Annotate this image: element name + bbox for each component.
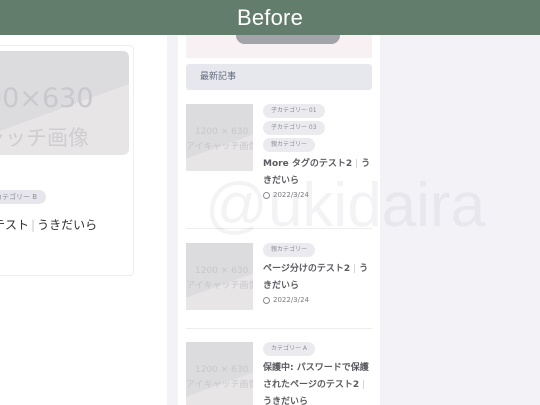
recent-post-date: 2022/3/24 (263, 296, 375, 304)
recent-posts-heading: 最新記事 (186, 64, 372, 90)
banner-label: Before (236, 4, 304, 30)
recent-post-date-text: 2022/3/24 (273, 296, 309, 304)
post-card[interactable]: 00×630 ャッチ画像 カテゴリー B のテスト|うきだいら (0, 45, 134, 276)
title-separator: | (31, 218, 36, 232)
category-tag[interactable]: 親カテゴリー (263, 138, 316, 152)
recent-post-title-text: More タグのテスト2 (263, 159, 353, 169)
title-separator: | (353, 264, 357, 274)
recent-post-tags: 子カテゴリー 01 子カテゴリー 03 親カテゴリー (263, 104, 343, 152)
recent-post-thumbnail[interactable]: 1200 × 630 アイキャッチ画像 (186, 104, 253, 171)
recent-post-thumbnail[interactable]: 1200 × 630 アイキャッチ画像 (186, 243, 253, 310)
thumbnail-size-text: 1200 × 630 (195, 266, 249, 276)
category-tag[interactable]: 親カテゴリー (263, 243, 316, 257)
recent-post-title[interactable]: 保護中: パスワードで保護されたページのテスト2 | うきだいら (263, 360, 375, 405)
thumbnail-size-text: 1200 × 630 (195, 127, 249, 137)
thumbnail-caption-text: アイキャッチ画像 (186, 281, 253, 291)
recent-post-title-text: ページ分けのテスト2 (263, 264, 351, 274)
post-card-title[interactable]: のテスト|うきだいら (0, 216, 97, 233)
category-tag[interactable]: 子カテゴリー 03 (263, 121, 325, 135)
sidebar-top-widget (186, 35, 372, 58)
category-tag[interactable]: 子カテゴリー 01 (263, 104, 325, 118)
recent-post-date-text: 2022/3/24 (273, 191, 309, 199)
recent-post-title-text: 保護中: パスワードで保護されたページのテスト2 (263, 363, 369, 390)
post-card-thumbnail[interactable]: 00×630 ャッチ画像 (0, 51, 129, 155)
clock-icon (263, 191, 270, 199)
recent-post-title[interactable]: ページ分けのテスト2 | うきだいら (263, 261, 375, 295)
recent-post-date: 2022/3/24 (263, 191, 375, 199)
recent-post-title[interactable]: More タグのテスト2 | うきだいら (263, 156, 375, 190)
sidebar: 最新記事 1200 × 630 アイキャッチ画像 子カテゴリー 01 子カテゴリ… (178, 35, 380, 405)
main-column: 00×630 ャッチ画像 カテゴリー B のテスト|うきだいら (0, 35, 167, 405)
title-separator: | (355, 159, 359, 169)
clock-icon (263, 296, 270, 304)
thumbnail-size-text: 00×630 (0, 83, 94, 114)
sidebar-top-button[interactable] (236, 35, 340, 44)
post-divider (186, 328, 372, 329)
category-tag[interactable]: カテゴリー A (263, 342, 316, 356)
post-divider (186, 228, 372, 229)
before-banner: Before (0, 0, 540, 35)
thumbnail-caption-text: アイキャッチ画像 (186, 142, 253, 152)
thumbnail-caption-text: アイキャッチ画像 (186, 380, 253, 390)
recent-post-thumbnail[interactable]: 1200 × 630 アイキャッチ画像 (186, 342, 253, 405)
title-separator: | (362, 380, 366, 390)
thumbnail-caption-text: ャッチ画像 (0, 126, 89, 150)
recent-post-tags: 親カテゴリー (263, 243, 343, 257)
post-card-title-text: のテスト (0, 218, 30, 232)
recent-post-tags: カテゴリー A (263, 342, 343, 356)
thumbnail-size-text: 1200 × 630 (195, 365, 249, 375)
recent-post-author: うきだいら (263, 397, 309, 405)
post-card-author: うきだいら (37, 218, 98, 232)
post-card-category-tag[interactable]: カテゴリー B (0, 190, 47, 204)
